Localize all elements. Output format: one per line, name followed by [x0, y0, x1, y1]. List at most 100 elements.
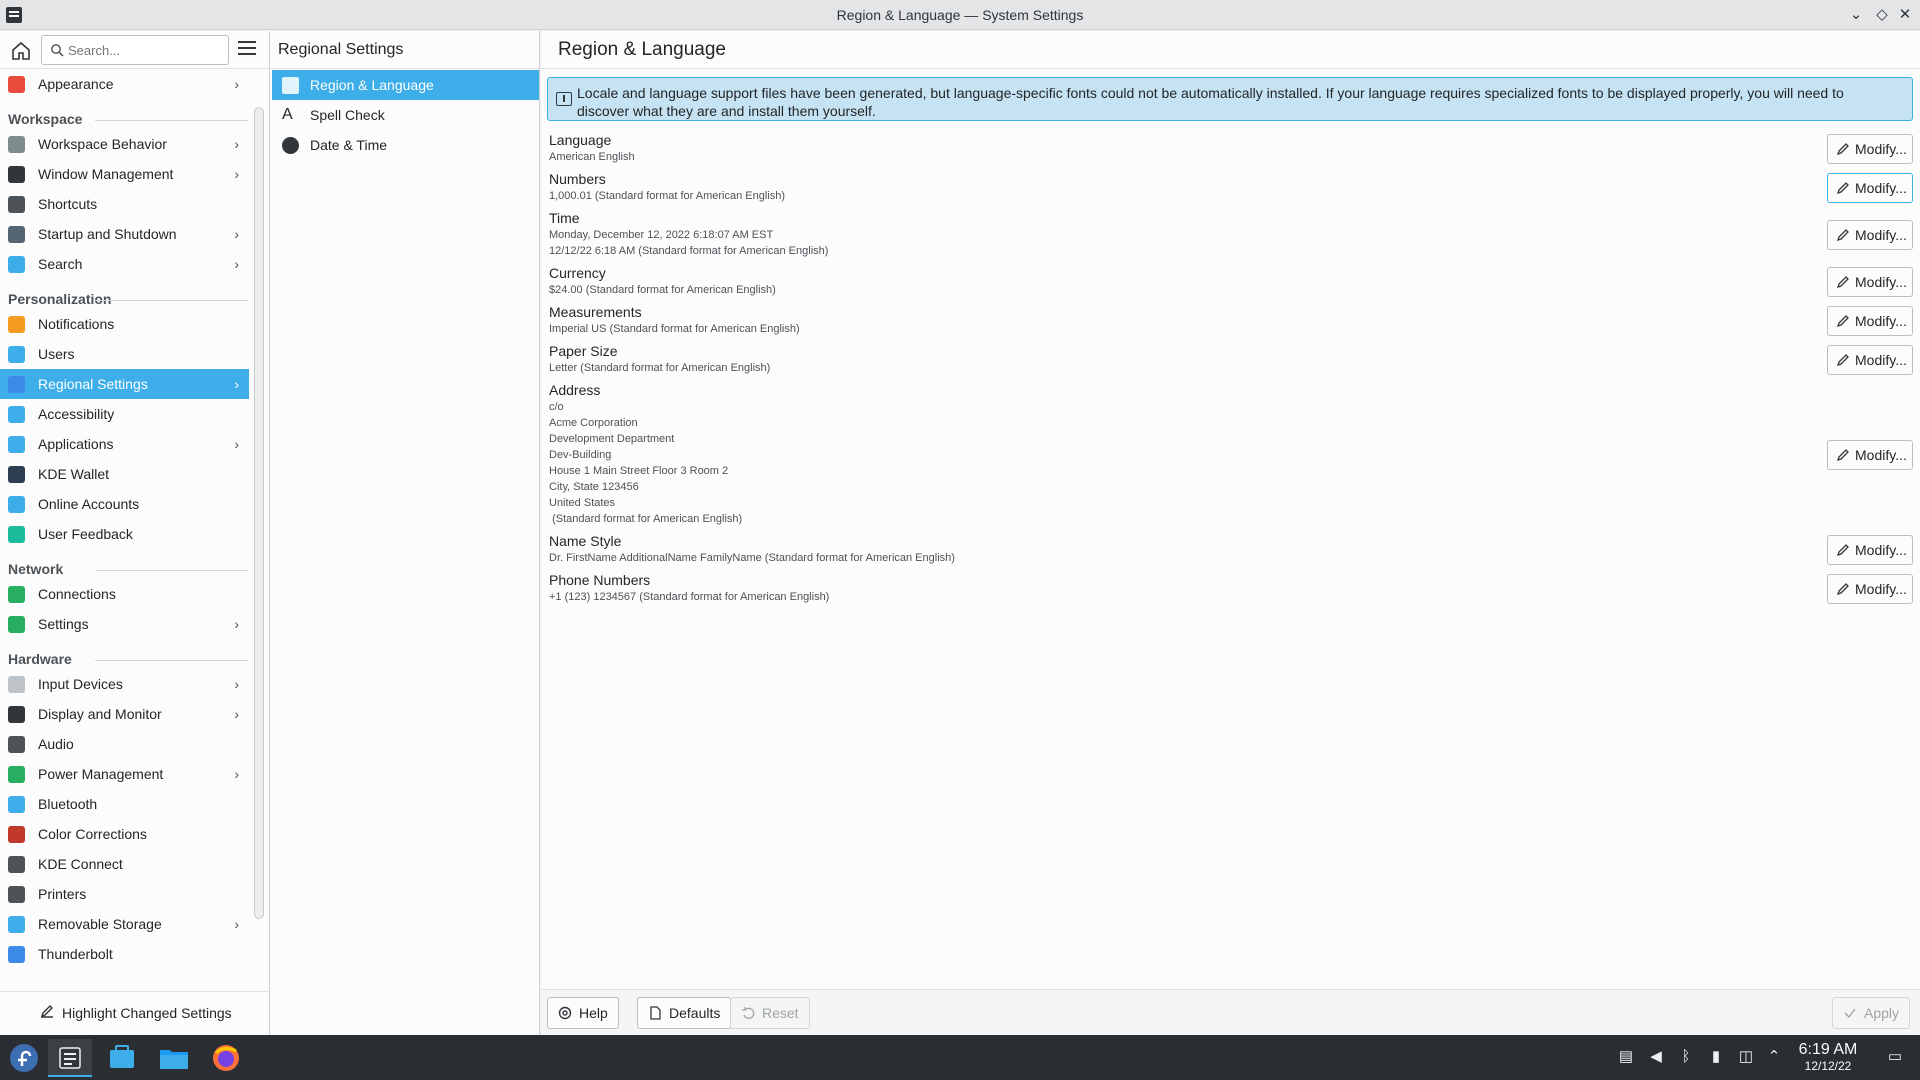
help-label: Help	[579, 1005, 608, 1021]
content-area: Region & Language Locale and language su…	[541, 31, 1920, 1035]
highlight-icon	[40, 1004, 56, 1021]
chevron-right-icon: ›	[234, 226, 239, 242]
reset-label: Reset	[762, 1005, 799, 1021]
taskbar: ▤ ◀ ᛒ ▮ ◫ ⌃ 6:19 AM 12/12/22 ▭	[0, 1035, 1920, 1080]
sidebar-item-network-settings[interactable]: Settings ›	[0, 609, 249, 639]
setting-value: Dr. FirstName AdditionalName FamilyName …	[549, 552, 955, 564]
sidebar-item-connections[interactable]: Connections	[0, 579, 249, 609]
info-text: Locale and language support files have b…	[577, 85, 1844, 119]
show-desktop-icon[interactable]: ▭	[1886, 1048, 1904, 1066]
sidebar-item-label: Workspace Behavior	[38, 136, 167, 152]
globe-icon	[8, 586, 25, 603]
help-icon	[558, 1006, 572, 1020]
network-icon[interactable]: ◫	[1737, 1048, 1755, 1066]
subcategory-label: Date & Time	[310, 137, 388, 153]
sidebar-item-workspace-behavior[interactable]: Workspace Behavior ›	[0, 129, 249, 159]
sidebar-item-label: Users	[38, 346, 75, 362]
system-settings-icon[interactable]	[48, 1039, 92, 1077]
apply-button[interactable]: Apply	[1832, 997, 1911, 1029]
firefox-icon[interactable]	[204, 1039, 248, 1077]
sidebar-item-audio[interactable]: Audio	[0, 729, 249, 759]
section-header: Network	[0, 549, 256, 579]
modify-measurements-button[interactable]: Modify...	[1827, 306, 1913, 336]
sidebar-item-user-feedback[interactable]: User Feedback	[0, 519, 249, 549]
defaults-button[interactable]: Defaults	[637, 997, 732, 1029]
subcategory-label: Region & Language	[310, 77, 434, 93]
subcategory-spell-check[interactable]: A Spell Check	[272, 100, 539, 130]
sidebar-item-kde-connect[interactable]: KDE Connect	[0, 849, 249, 879]
sidebar-item-color-corrections[interactable]: Color Corrections	[0, 819, 249, 849]
sidebar-item-startup-shutdown[interactable]: Startup and Shutdown ›	[0, 219, 249, 249]
sidebar-item-regional-settings[interactable]: Regional Settings ›	[0, 369, 249, 399]
sidebar-item-applications[interactable]: Applications ›	[0, 429, 249, 459]
sidebar-item-online-accounts[interactable]: Online Accounts	[0, 489, 249, 519]
modify-paper-size-button[interactable]: Modify...	[1827, 345, 1913, 375]
sidebar-category-list: Appearance › Workspace Workspace Behavior › W…	[0, 69, 256, 991]
sidebar: Appearance›WorkspaceWorkspace Behavior›W…	[0, 31, 270, 1035]
close-button[interactable]: ✕	[1895, 5, 1915, 25]
reset-button[interactable]: Reset	[730, 997, 810, 1029]
subcategory-date-time[interactable]: Date & Time	[272, 130, 539, 160]
document-icon	[650, 1006, 661, 1020]
volume-icon[interactable]: ◀	[1647, 1048, 1665, 1066]
clipboard-icon[interactable]: ▤	[1617, 1048, 1635, 1066]
expand-tray-icon[interactable]: ⌃	[1765, 1048, 1783, 1066]
subcategory-list: Region & Language A Spell Check Date & Time	[270, 69, 539, 160]
settings-list: Language American English Modify... Numbers…	[549, 132, 1913, 611]
sidebar-item-users[interactable]: Users	[0, 339, 249, 369]
sidebar-item-shortcuts[interactable]: Shortcuts	[0, 189, 249, 219]
sidebar-item-thunderbolt[interactable]: Thunderbolt	[0, 939, 249, 969]
battery-icon[interactable]: ▮	[1707, 1048, 1725, 1066]
fedora-launcher-icon[interactable]	[2, 1039, 46, 1077]
sidebar-item-input-devices[interactable]: Input Devices ›	[0, 669, 249, 699]
sidebar-item-power-management[interactable]: Power Management ›	[0, 759, 249, 789]
maximize-button[interactable]: ◇	[1872, 5, 1892, 25]
regional-settings-icon	[8, 376, 25, 393]
sidebar-item-accessibility[interactable]: Accessibility	[0, 399, 249, 429]
modify-name-style-button[interactable]: Modify...	[1827, 535, 1913, 565]
modify-numbers-button[interactable]: Modify...	[1827, 173, 1913, 203]
highlight-changed-settings-button[interactable]: Highlight Changed Settings	[40, 1004, 232, 1021]
search-input[interactable]	[68, 41, 223, 59]
sidebar-item-window-management[interactable]: Window Management ›	[0, 159, 249, 189]
subcategory-region-language[interactable]: Region & Language	[272, 70, 539, 100]
setting-label: Name Style	[549, 533, 622, 549]
hamburger-menu-button[interactable]	[238, 41, 260, 59]
chevron-right-icon: ›	[234, 256, 239, 272]
monitor-icon	[8, 706, 25, 723]
modify-phone-numbers-button[interactable]: Modify...	[1827, 574, 1913, 604]
window-management-icon	[8, 166, 25, 183]
modify-label: Modify...	[1855, 274, 1907, 290]
sidebar-item-appearance[interactable]: Appearance ›	[0, 69, 249, 99]
modify-language-button[interactable]: Modify...	[1827, 134, 1913, 164]
modify-address-button[interactable]: Modify...	[1827, 440, 1913, 470]
setting-label: Phone Numbers	[549, 572, 651, 588]
sidebar-item-label: Input Devices	[38, 676, 123, 692]
minimize-button[interactable]: ⌄	[1846, 5, 1866, 25]
dolphin-icon[interactable]	[152, 1039, 196, 1077]
discover-icon[interactable]	[100, 1039, 144, 1077]
setting-label: Language	[549, 132, 612, 148]
sidebar-item-printers[interactable]: Printers	[0, 879, 249, 909]
modify-label: Modify...	[1855, 227, 1907, 243]
thunderbolt-icon	[8, 946, 25, 963]
search-field[interactable]	[41, 35, 229, 65]
printer-icon	[8, 886, 25, 903]
sidebar-item-notifications[interactable]: Notifications	[0, 309, 249, 339]
bluetooth-icon[interactable]: ᛒ	[1677, 1048, 1695, 1066]
modify-time-button[interactable]: Modify...	[1827, 220, 1913, 250]
sidebar-item-search[interactable]: Search ›	[0, 249, 249, 279]
info-message: Locale and language support files have b…	[547, 77, 1913, 121]
appearance-icon	[8, 76, 25, 93]
sidebar-item-bluetooth[interactable]: Bluetooth	[0, 789, 249, 819]
setting-label: Time	[549, 210, 580, 226]
help-button[interactable]: Help	[547, 997, 619, 1029]
sidebar-scrollbar[interactable]	[254, 107, 264, 919]
home-button[interactable]	[9, 39, 33, 63]
sidebar-item-display-monitor[interactable]: Display and Monitor ›	[0, 699, 249, 729]
subcategory-label: Spell Check	[310, 107, 385, 123]
modify-currency-button[interactable]: Modify...	[1827, 267, 1913, 297]
sidebar-item-removable-storage[interactable]: Removable Storage ›	[0, 909, 249, 939]
clock[interactable]: 6:19 AM 12/12/22	[1796, 1041, 1860, 1074]
sidebar-item-kde-wallet[interactable]: KDE Wallet	[0, 459, 249, 489]
